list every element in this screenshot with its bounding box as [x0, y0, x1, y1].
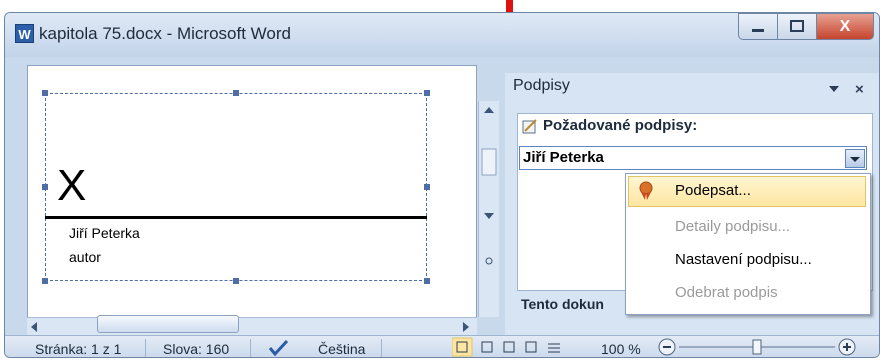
required-signatures-label: Požadované podpisy: [543, 117, 698, 134]
resize-handle[interactable] [233, 278, 239, 284]
resize-handle[interactable] [42, 278, 48, 284]
dropdown-arrow-button[interactable] [845, 149, 865, 168]
word-app-icon[interactable]: W [15, 24, 34, 43]
signature-x-mark: X [57, 161, 87, 210]
word-window: W kapitola 75.docx - Microsoft Word X X … [4, 12, 880, 358]
close-button[interactable]: X [816, 13, 874, 40]
minimize-button[interactable] [738, 13, 778, 40]
resize-handle[interactable] [42, 90, 48, 96]
resize-handle[interactable] [424, 278, 430, 284]
resize-handle[interactable] [42, 184, 48, 190]
status-language[interactable]: Čeština [318, 341, 365, 357]
spellcheck-icon[interactable] [267, 338, 291, 358]
signature-line [45, 216, 427, 219]
menu-item-signature-details[interactable]: Detaily podpisu... [675, 218, 790, 235]
zoom-slider[interactable] [657, 337, 867, 357]
resize-handle[interactable] [424, 184, 430, 190]
menu-item-sign-label: Podepsat... [675, 182, 751, 199]
pane-controls[interactable]: × [825, 81, 877, 97]
status-page[interactable]: Stránka: 1 z 1 [35, 341, 121, 357]
dropdown-arrow-icon [850, 157, 860, 162]
signature-pen-icon [522, 119, 537, 134]
signature-line-box[interactable] [45, 93, 427, 281]
svg-text:×: × [855, 81, 864, 97]
dropdown-arrow-icon [829, 86, 839, 92]
window-title: kapitola 75.docx - Microsoft Word [39, 24, 291, 43]
menu-item-remove-signature[interactable]: Odebrat podpis [675, 284, 778, 301]
menu-item-signature-setup[interactable]: Nastavení podpisu... [675, 251, 812, 268]
view-buttons[interactable] [452, 337, 572, 357]
maximize-button[interactable] [777, 13, 817, 40]
status-divider [145, 339, 146, 357]
section-label: Tento dokun [521, 296, 604, 312]
status-words[interactable]: Slova: 160 [163, 341, 229, 357]
signer-name: Jiří Peterka [69, 225, 140, 241]
scroll-thumb[interactable] [97, 315, 239, 333]
vertical-scrollbar[interactable] [478, 101, 499, 317]
pane-title: Podpisy [513, 77, 570, 94]
horizontal-scrollbar[interactable] [27, 317, 477, 336]
signer-dropdown-value: Jiří Peterka [523, 149, 604, 166]
status-divider [250, 339, 251, 357]
status-divider [381, 339, 382, 357]
resize-handle[interactable] [424, 90, 430, 96]
zoom-level[interactable]: 100 % [601, 341, 641, 357]
maximize-icon [790, 20, 804, 32]
resize-handle[interactable] [233, 90, 239, 96]
seal-ribbon-icon [639, 181, 653, 200]
signer-title: autor [69, 249, 101, 265]
minimize-icon [752, 29, 764, 32]
close-icon: X [839, 18, 851, 35]
